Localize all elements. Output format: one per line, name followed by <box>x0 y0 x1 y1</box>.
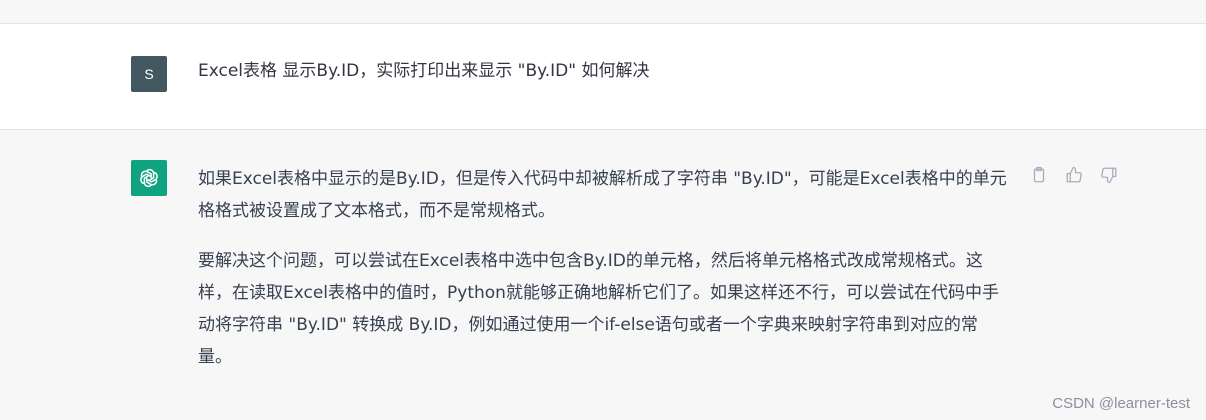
assistant-paragraph-2: 要解决这个问题，可以尝试在Excel表格中选中包含By.ID的单元格，然后将单元… <box>198 251 999 367</box>
user-message-text: Excel表格 显示By.ID，实际打印出来显示 "By.ID" 如何解决 <box>198 61 650 81</box>
watermark: CSDN @learner-test <box>1052 395 1190 412</box>
assistant-message-row: 如果Excel表格中显示的是By.ID，但是传入代码中却被解析成了字符串 "By… <box>0 130 1206 420</box>
assistant-paragraph-1: 如果Excel表格中显示的是By.ID，但是传入代码中却被解析成了字符串 "By… <box>198 169 1007 221</box>
top-strip <box>0 0 1206 24</box>
user-message-row: S Excel表格 显示By.ID，实际打印出来显示 "By.ID" 如何解决 <box>0 24 1206 130</box>
message-actions <box>1028 164 1119 185</box>
assistant-message-text: 如果Excel表格中显示的是By.ID，但是传入代码中却被解析成了字符串 "By… <box>198 163 1008 391</box>
thumbs-up-icon[interactable] <box>1063 164 1084 185</box>
clipboard-icon[interactable] <box>1028 164 1049 185</box>
user-avatar: S <box>131 56 167 92</box>
openai-logo-icon <box>131 160 167 196</box>
thumbs-down-icon[interactable] <box>1098 164 1119 185</box>
